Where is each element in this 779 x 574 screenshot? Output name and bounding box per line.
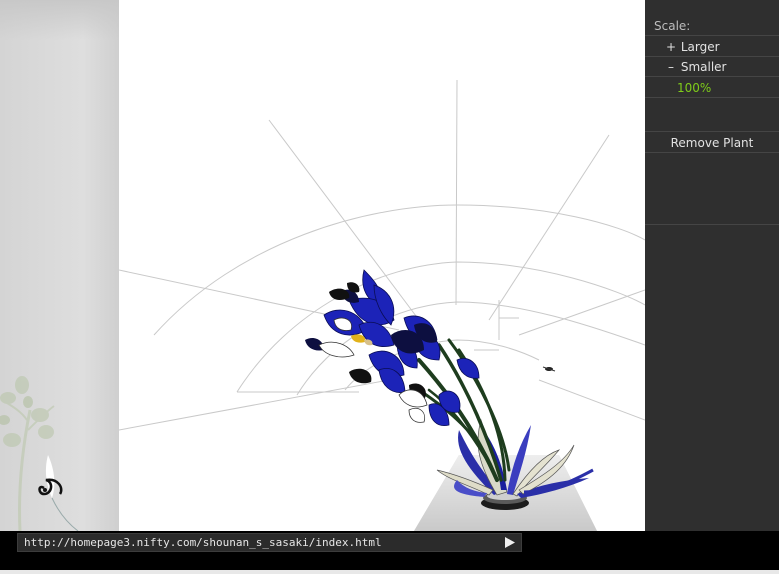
url-field[interactable]: http://homepage3.nifty.com/shounan_s_sas… xyxy=(17,533,522,552)
arrangement-stage[interactable] xyxy=(119,0,645,531)
smaller-button[interactable]: – Smaller xyxy=(645,57,779,77)
control-panel: Scale: + Larger – Smaller 100% Remove Pl… xyxy=(645,0,779,531)
status-bar: http://homepage3.nifty.com/shounan_s_sas… xyxy=(0,531,779,574)
scale-label: Scale: xyxy=(645,16,779,36)
play-arrow-icon[interactable] xyxy=(502,535,518,550)
ikebana-app: Scale: + Larger – Smaller 100% Remove Pl… xyxy=(0,0,779,574)
tendril-icon[interactable] xyxy=(38,478,63,496)
tray-shadow xyxy=(0,0,119,40)
divider xyxy=(645,224,779,225)
bottom-edge xyxy=(0,570,779,574)
small-insect-icon[interactable] xyxy=(542,366,556,372)
plus-icon: + xyxy=(665,40,677,54)
plant-sprig-icon[interactable] xyxy=(0,376,55,531)
remove-plant-button[interactable]: Remove Plant xyxy=(645,133,779,153)
zoom-value: 100% xyxy=(645,78,779,98)
larger-button[interactable]: + Larger xyxy=(645,37,779,57)
tray-plants xyxy=(0,376,79,531)
plant-tray xyxy=(0,0,119,531)
larger-label: Larger xyxy=(680,40,720,54)
divider xyxy=(645,131,779,132)
stage-canvas xyxy=(119,79,645,531)
ikebana-arrangement-icon[interactable] xyxy=(305,269,594,510)
minus-icon: – xyxy=(668,60,674,74)
url-text: http://homepage3.nifty.com/shounan_s_sas… xyxy=(24,536,382,549)
smaller-label: Smaller xyxy=(680,60,727,74)
